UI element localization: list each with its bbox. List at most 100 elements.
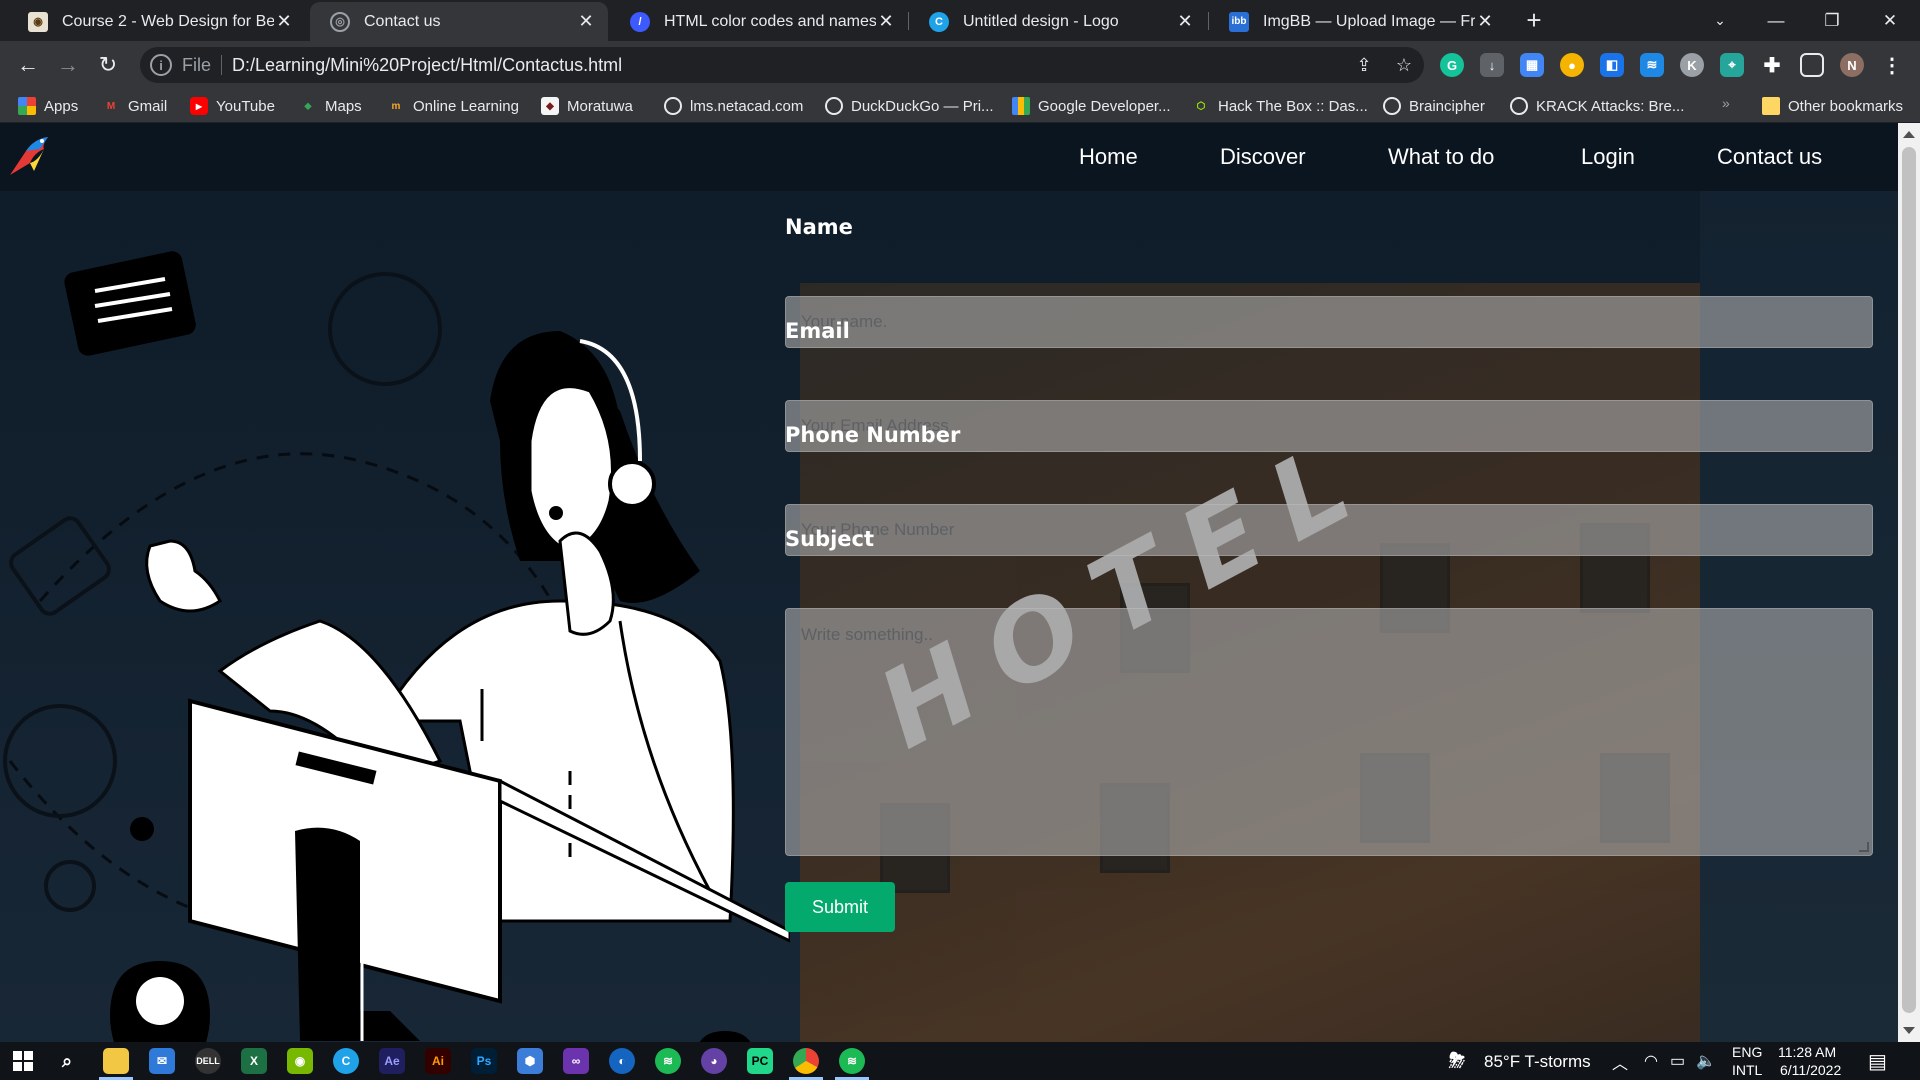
mail-icon[interactable]: ✉ xyxy=(149,1048,175,1074)
download-extension-icon[interactable]: ↓ xyxy=(1480,53,1504,77)
scroll-down-arrow-icon[interactable] xyxy=(1903,1027,1915,1034)
side-panel-icon[interactable] xyxy=(1800,53,1824,77)
language-sub-indicator[interactable]: INTL xyxy=(1732,1062,1762,1078)
tab-course[interactable]: ◉ Course 2 - Web Design for Begin ✕ xyxy=(8,2,306,41)
close-icon[interactable]: ✕ xyxy=(576,11,596,32)
nav-contact-us[interactable]: Contact us xyxy=(1717,139,1822,175)
bookmark-duckduckgo[interactable]: DuckDuckGo — Pri... xyxy=(825,95,994,117)
grammarly-extension-icon[interactable]: G xyxy=(1440,53,1464,77)
close-icon[interactable]: ✕ xyxy=(1175,11,1195,32)
cookie-extension-icon[interactable]: ● xyxy=(1560,53,1584,77)
bookmark-braincipher[interactable]: Braincipher xyxy=(1383,95,1485,117)
bookmark-online-learning[interactable]: m Online Learning xyxy=(387,95,519,117)
forward-button[interactable]: → xyxy=(52,49,84,81)
notification-center-icon[interactable]: ▤ xyxy=(1868,1049,1887,1074)
menu-kebab-icon[interactable]: ⋮ xyxy=(1880,53,1904,77)
bookmark-label: Online Learning xyxy=(413,97,519,115)
pycharm-icon[interactable]: PC xyxy=(747,1048,773,1074)
subject-textarea[interactable]: Write something.. xyxy=(785,608,1873,856)
k-extension-icon[interactable]: K xyxy=(1680,53,1704,77)
spotify-running-icon[interactable]: ≋ xyxy=(835,1048,869,1080)
tab-search-icon[interactable]: ⌄ xyxy=(1692,0,1748,41)
name-input[interactable]: Your name. xyxy=(785,296,1873,348)
screen-extension-icon[interactable]: ◧ xyxy=(1600,53,1624,77)
back-button[interactable]: ← xyxy=(12,49,44,81)
site-info-icon[interactable]: i xyxy=(150,54,172,76)
battery-icon[interactable]: ▭ xyxy=(1670,1051,1685,1071)
illustrator-icon[interactable]: Ai xyxy=(425,1048,451,1074)
tab-canva[interactable]: C Untitled design - Logo ✕ xyxy=(909,2,1207,41)
after-effects-icon[interactable]: Ae xyxy=(379,1048,405,1074)
wing-extension-icon[interactable]: ≋ xyxy=(1640,53,1664,77)
bookmark-gmail[interactable]: M Gmail xyxy=(102,95,167,117)
visual-studio-icon[interactable]: ∞ xyxy=(563,1048,589,1074)
search-icon[interactable]: ⌕ xyxy=(54,1048,80,1074)
tab-imgbb[interactable]: ibb ImgBB — Upload Image — Free ✕ xyxy=(1209,2,1507,41)
bookmarks-bar: Apps M Gmail ▶ YouTube ⬥ Maps m Online Learn… xyxy=(0,89,1920,123)
nav-login[interactable]: Login xyxy=(1581,139,1635,175)
bookmarks-overflow-icon[interactable]: » xyxy=(1722,95,1730,111)
canva-icon[interactable]: C xyxy=(333,1048,359,1074)
close-icon[interactable]: ✕ xyxy=(274,11,294,32)
parrot-logo-icon[interactable] xyxy=(4,131,56,183)
resize-grip-icon[interactable] xyxy=(1859,842,1869,852)
weather-storm-icon[interactable]: ⛈ xyxy=(1444,1048,1470,1074)
scrollbar-thumb[interactable] xyxy=(1902,147,1916,1013)
nav-what-to-do[interactable]: What to do xyxy=(1388,139,1494,175)
bookmark-hackthebox[interactable]: ⬡ Hack The Box :: Das... xyxy=(1192,95,1368,117)
nvidia-icon[interactable]: ◉ xyxy=(287,1048,313,1074)
tab-html-colors[interactable]: / HTML color codes and names ✕ xyxy=(610,2,908,41)
file-explorer-icon[interactable] xyxy=(99,1048,133,1080)
close-icon[interactable]: ✕ xyxy=(876,11,896,32)
circle-app-icon[interactable]: ◐ xyxy=(609,1048,635,1074)
dell-icon[interactable]: DELL xyxy=(195,1048,221,1074)
submit-button[interactable]: Submit xyxy=(785,882,895,932)
shield-app-icon[interactable]: ⬢ xyxy=(517,1048,543,1074)
bookmark-maps[interactable]: ⬥ Maps xyxy=(299,95,362,117)
new-tab-button[interactable]: + xyxy=(1520,7,1548,35)
page-scrollbar[interactable] xyxy=(1898,123,1920,1042)
bookmark-youtube[interactable]: ▶ YouTube xyxy=(190,95,275,117)
tray-overflow-icon[interactable]: ︿ xyxy=(1612,1050,1628,1074)
share-icon[interactable]: ⇪ xyxy=(1344,55,1384,76)
excel-icon[interactable]: X xyxy=(241,1048,267,1074)
bookmark-moratuwa[interactable]: ◆ Moratuwa xyxy=(541,95,633,117)
close-icon[interactable]: ✕ xyxy=(1475,11,1495,32)
clock-date[interactable]: 6/11/2022 xyxy=(1780,1062,1841,1078)
photoshop-icon[interactable]: Ps xyxy=(471,1048,497,1074)
youtube-icon: ▶ xyxy=(190,97,208,115)
profile-avatar[interactable]: N xyxy=(1840,53,1864,77)
address-bar[interactable]: i File D:/Learning/Mini%20Project/Html/C… xyxy=(140,47,1424,83)
scroll-up-arrow-icon[interactable] xyxy=(1903,131,1915,138)
weather-text[interactable]: 85°F T-storms xyxy=(1484,1052,1591,1072)
phone-input[interactable]: Your Phone Number xyxy=(785,504,1873,556)
hackthebox-icon: ⬡ xyxy=(1196,100,1206,112)
tab-contact-us[interactable]: ◎ Contact us ✕ xyxy=(310,2,608,41)
window-close-button[interactable]: ✕ xyxy=(1862,0,1918,41)
bookmark-star-icon[interactable]: ☆ xyxy=(1384,55,1424,76)
network-icon[interactable]: ◠ xyxy=(1644,1051,1658,1071)
volume-icon[interactable]: 🔈 xyxy=(1696,1051,1716,1071)
translate-extension-icon[interactable]: ▦ xyxy=(1520,53,1544,77)
bookmark-krack[interactable]: KRACK Attacks: Bre... xyxy=(1510,95,1684,117)
minimize-button[interactable]: — xyxy=(1748,0,1804,41)
extensions-puzzle-icon[interactable]: ✚ xyxy=(1760,53,1784,77)
clock-time[interactable]: 11:28 AM xyxy=(1778,1044,1836,1060)
github-desktop-icon[interactable]: ◕ xyxy=(701,1048,727,1074)
chrome-icon[interactable] xyxy=(789,1048,823,1080)
url-text[interactable]: D:/Learning/Mini%20Project/Html/Contactu… xyxy=(232,55,1344,76)
other-bookmarks-folder[interactable]: Other bookmarks xyxy=(1762,95,1903,117)
bookmark-netacad[interactable]: lms.netacad.com xyxy=(664,95,803,117)
language-indicator[interactable]: ENG xyxy=(1732,1044,1762,1060)
bookmark-google-developers[interactable]: Google Developer... xyxy=(1012,95,1171,117)
restore-button[interactable]: ❐ xyxy=(1804,0,1860,41)
nav-discover[interactable]: Discover xyxy=(1220,139,1306,175)
bookmark-label: lms.netacad.com xyxy=(690,97,804,115)
map-pin-extension-icon[interactable]: ⌖ xyxy=(1720,53,1744,77)
spotify-icon[interactable]: ≋ xyxy=(655,1048,681,1074)
windows-start-icon[interactable] xyxy=(10,1048,36,1074)
reload-button[interactable]: ↻ xyxy=(92,49,124,81)
tab-title: Contact us xyxy=(364,12,441,30)
nav-home[interactable]: Home xyxy=(1079,139,1138,175)
bookmark-apps[interactable]: Apps xyxy=(18,95,78,117)
